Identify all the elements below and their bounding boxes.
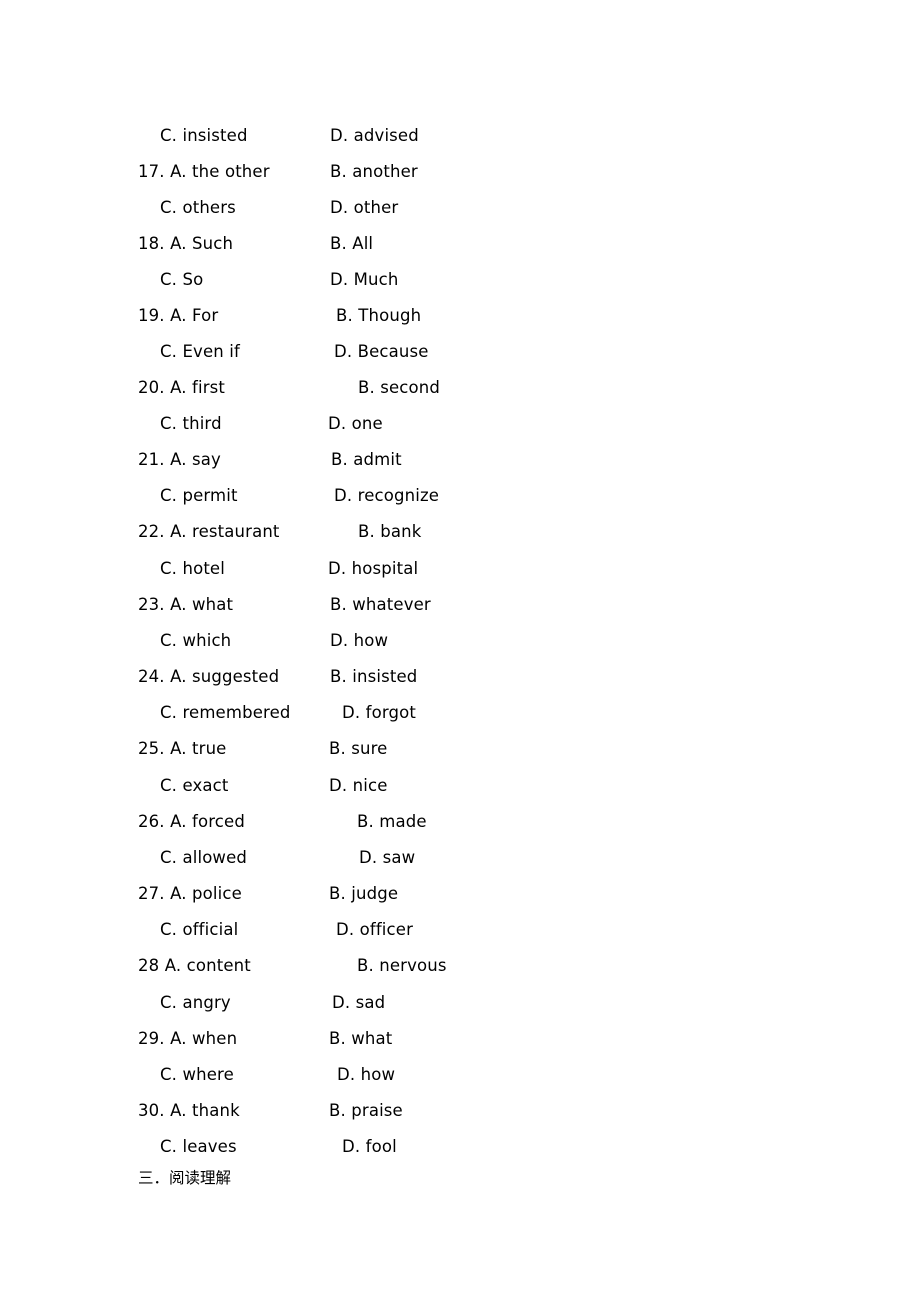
option-choice-left: 17. A. the other <box>138 162 270 181</box>
option-row: C. which D. how <box>0 623 920 659</box>
option-row: C. official D. officer <box>0 912 920 948</box>
option-choice-left: C. official <box>160 920 239 939</box>
option-row: 27. A. police B. judge <box>0 876 920 912</box>
option-choice-left: C. angry <box>160 993 231 1012</box>
option-choice-right: B. admit <box>331 450 402 469</box>
option-choice-right: B. nervous <box>357 956 447 975</box>
option-choice-left: 21. A. say <box>138 450 221 469</box>
option-choice-right: B. another <box>330 162 418 181</box>
option-choice-right: D. recognize <box>334 486 440 505</box>
option-row: 30. A. thank B. praise <box>0 1093 920 1129</box>
option-row: 21. A. say B. admit <box>0 442 920 478</box>
option-choice-left: C. where <box>160 1065 234 1084</box>
option-row: C. Even if D. Because <box>0 334 920 370</box>
option-choice-left: C. others <box>160 198 236 217</box>
option-choice-right: D. saw <box>359 848 416 867</box>
option-choice-left: 26. A. forced <box>138 812 245 831</box>
option-choice-right: D. how <box>330 631 389 650</box>
option-choice-right: B. what <box>329 1029 393 1048</box>
option-choice-left: C. third <box>160 414 222 433</box>
option-row: 19. A. For B. Though <box>0 298 920 334</box>
option-choice-right: B. bank <box>358 522 422 541</box>
option-choice-left: 20. A. first <box>138 378 226 397</box>
option-choice-left: 25. A. true <box>138 739 227 758</box>
option-row: C. where D. how <box>0 1057 920 1093</box>
option-choice-right: D. officer <box>336 920 413 939</box>
option-choice-left: 28 A. content <box>138 956 251 975</box>
option-choice-left: C. remembered <box>160 703 291 722</box>
option-choice-left: C. So <box>160 270 204 289</box>
option-choice-right: D. advised <box>330 126 419 145</box>
option-row: C. third D. one <box>0 406 920 442</box>
option-choice-left: C. allowed <box>160 848 248 867</box>
option-row: 18. A. Such B. All <box>0 226 920 262</box>
option-choice-right: D. Much <box>330 270 399 289</box>
option-choice-left: C. hotel <box>160 559 225 578</box>
option-choice-right: B. praise <box>329 1101 403 1120</box>
option-choice-right: D. Because <box>334 342 429 361</box>
option-row: C. allowed D. saw <box>0 840 920 876</box>
option-row: 22. A. restaurant B. bank <box>0 514 920 550</box>
option-choice-left: 29. A. when <box>138 1029 238 1048</box>
option-row: C. insisted D. advised <box>0 118 920 154</box>
option-choice-right: B. second <box>358 378 441 397</box>
option-choice-right: B. whatever <box>330 595 431 614</box>
option-choice-left: 22. A. restaurant <box>138 522 280 541</box>
option-choice-right: D. forgot <box>342 703 416 722</box>
option-choice-left: 19. A. For <box>138 306 219 325</box>
option-choice-right: B. sure <box>329 739 388 758</box>
option-row: 20. A. first B. second <box>0 370 920 406</box>
option-choice-left: 27. A. police <box>138 884 242 903</box>
option-row: 17. A. the other B. another <box>0 154 920 190</box>
option-choice-left: C. permit <box>160 486 238 505</box>
option-row: 23. A. what B. whatever <box>0 587 920 623</box>
option-row: C. others D. other <box>0 190 920 226</box>
option-row: C. remembered D. forgot <box>0 695 920 731</box>
option-choice-right: B. insisted <box>330 667 418 686</box>
option-choice-left: 18. A. Such <box>138 234 234 253</box>
option-choice-left: C. which <box>160 631 232 650</box>
option-choice-right: B. judge <box>329 884 399 903</box>
option-row: C. permit D. recognize <box>0 478 920 514</box>
option-row: 26. A. forced B. made <box>0 804 920 840</box>
option-choice-right: D. sad <box>332 993 386 1012</box>
option-choice-right: B. All <box>330 234 374 253</box>
section-heading-reading-comprehension: 三．阅读理解 <box>138 1169 232 1187</box>
option-row: C. angry D. sad <box>0 985 920 1021</box>
option-row: C. So D. Much <box>0 262 920 298</box>
option-choice-right: D. hospital <box>328 559 419 578</box>
option-row: 25. A. true B. sure <box>0 731 920 767</box>
option-choice-right: D. fool <box>342 1137 397 1156</box>
option-choice-left: 23. A. what <box>138 595 234 614</box>
option-row: 28 A. content B. nervous <box>0 948 920 984</box>
option-choice-right: B. made <box>357 812 427 831</box>
option-choice-right: B. Though <box>336 306 422 325</box>
option-choice-left: 30. A. thank <box>138 1101 240 1120</box>
option-choice-right: D. other <box>330 198 399 217</box>
option-choice-left: C. insisted <box>160 126 248 145</box>
option-choice-left: 24. A. suggested <box>138 667 280 686</box>
option-row: C. hotel D. hospital <box>0 551 920 587</box>
option-row: C. exact D. nice <box>0 768 920 804</box>
option-choice-left: C. exact <box>160 776 229 795</box>
option-choice-right: D. one <box>328 414 383 433</box>
option-choice-right: D. how <box>337 1065 396 1084</box>
option-choice-left: C. Even if <box>160 342 240 361</box>
option-row: 24. A. suggested B. insisted <box>0 659 920 695</box>
document-page: C. insisted D. advised 17. A. the other B. … <box>0 0 920 1302</box>
option-row: 29. A. when B. what <box>0 1021 920 1057</box>
option-choice-right: D. nice <box>329 776 388 795</box>
